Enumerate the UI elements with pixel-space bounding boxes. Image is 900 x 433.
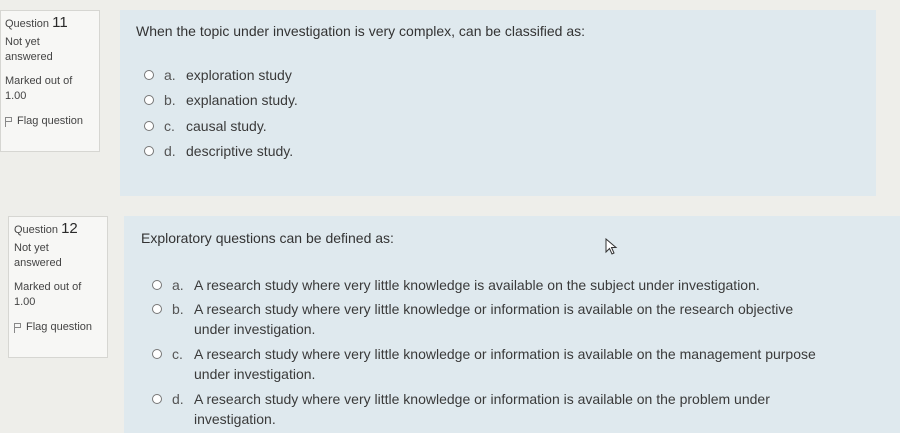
question-status: Not yet answered xyxy=(14,242,62,269)
answer-option-a[interactable]: a. A research study where very little kn… xyxy=(152,275,852,295)
question-info-11: Question 11 Not yet answered Marked out … xyxy=(0,10,100,152)
question-marks: Marked out of 1.00 xyxy=(5,75,73,102)
flag-icon xyxy=(5,116,13,127)
answer-option-b[interactable]: b. explanation study. xyxy=(144,90,298,110)
radio-button[interactable] xyxy=(152,349,162,359)
radio-button[interactable] xyxy=(144,121,154,131)
flag-label: Flag question xyxy=(17,115,84,127)
question-text: Exploratory questions can be defined as: xyxy=(141,230,394,246)
answer-option-a[interactable]: a. exploration study xyxy=(144,65,292,85)
radio-button[interactable] xyxy=(152,304,162,314)
flag-question-link[interactable]: Flag question xyxy=(5,114,95,129)
question-info-12: Question 12 Not yet answered Marked out … xyxy=(8,216,108,358)
question-marks: Marked out of 1.00 xyxy=(14,281,82,308)
question-number: Question 11 xyxy=(5,14,68,31)
flag-question-link[interactable]: Flag question xyxy=(14,320,103,335)
answer-option-c[interactable]: c. causal study. xyxy=(144,116,267,136)
radio-button[interactable] xyxy=(152,394,162,404)
radio-button[interactable] xyxy=(152,280,162,290)
answer-option-d[interactable]: d. A research study where very little kn… xyxy=(152,389,852,429)
answer-option-c[interactable]: c. A research study where very little kn… xyxy=(152,344,852,384)
question-content-12: Exploratory questions can be defined as:… xyxy=(124,216,900,433)
radio-button[interactable] xyxy=(144,70,154,80)
radio-button[interactable] xyxy=(144,95,154,105)
mouse-cursor-icon xyxy=(605,238,618,255)
question-status: Not yet answered xyxy=(5,36,53,63)
question-content-11: When the topic under investigation is ve… xyxy=(120,10,876,196)
question-number: Question 12 xyxy=(14,220,78,237)
flag-icon xyxy=(14,322,22,333)
radio-button[interactable] xyxy=(144,146,154,156)
answer-option-d[interactable]: d. descriptive study. xyxy=(144,141,293,161)
question-text: When the topic under investigation is ve… xyxy=(136,23,586,39)
answer-option-b[interactable]: b. A research study where very little kn… xyxy=(152,299,852,339)
flag-label: Flag question xyxy=(26,321,93,333)
